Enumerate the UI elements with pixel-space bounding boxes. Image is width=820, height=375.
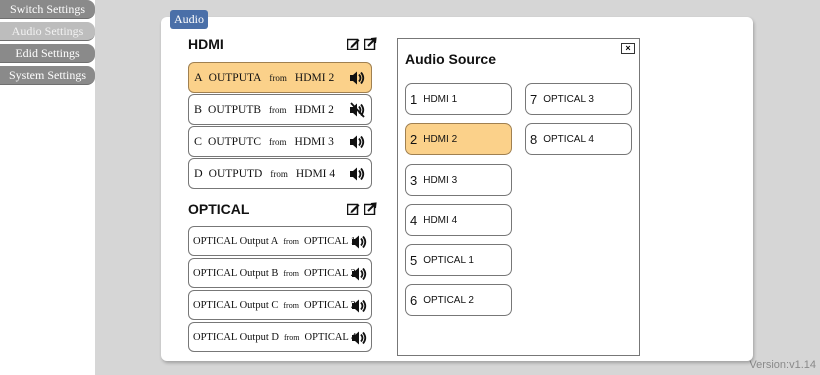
audio-source-title: Audio Source — [405, 51, 497, 67]
hdmi-output-a[interactable]: A OUTPUTA from HDMI 2 — [188, 62, 372, 93]
sidebar-item-audio-settings[interactable]: Audio Settings — [0, 22, 95, 41]
output-name: OPTICAL Output A — [193, 235, 279, 247]
source-number: 8 — [530, 131, 538, 147]
output-source: HDMI 4 — [295, 167, 336, 180]
optical-section-title: OPTICAL — [188, 201, 250, 217]
source-number: 3 — [410, 172, 418, 188]
output-source: OPTICAL 4 — [304, 331, 357, 343]
from-label: from — [269, 104, 287, 115]
output-source: HDMI 2 — [294, 103, 334, 116]
source-number: 5 — [410, 252, 418, 268]
source-button-4[interactable]: 4 HDMI 4 — [405, 204, 512, 236]
hdmi-section-title: HDMI — [188, 36, 224, 52]
output-name: OUTPUTB — [208, 103, 262, 116]
source-name: HDMI 1 — [423, 93, 458, 105]
output-source: OPTICAL 1 — [303, 235, 356, 247]
speaker-icon[interactable] — [351, 298, 367, 314]
source-number: 2 — [410, 131, 418, 147]
speaker-icon[interactable] — [351, 234, 367, 250]
export-icon[interactable] — [364, 202, 377, 215]
speaker-icon[interactable] — [351, 266, 367, 282]
output-source: OPTICAL 2 — [303, 267, 356, 279]
source-name: OPTICAL 1 — [423, 254, 474, 266]
source-button-2[interactable]: 2 HDMI 2 — [405, 123, 512, 155]
optical-output-b[interactable]: OPTICAL Output B from OPTICAL 2 — [188, 258, 372, 288]
output-name: OPTICAL Output C — [193, 299, 279, 311]
source-button-3[interactable]: 3 HDMI 3 — [405, 164, 512, 196]
sidebar-item-switch-settings[interactable]: Switch Settings — [0, 0, 95, 19]
speaker-icon[interactable] — [349, 166, 365, 182]
speaker-icon[interactable] — [349, 70, 365, 86]
close-icon[interactable]: × — [621, 43, 635, 54]
sidebar-item-edid-settings[interactable]: Edid Settings — [0, 44, 95, 63]
output-name: OUTPUTC — [208, 135, 262, 148]
optical-output-d[interactable]: OPTICAL Output D from OPTICAL 4 — [188, 322, 372, 352]
sidebar-item-system-settings[interactable]: System Settings — [0, 66, 95, 85]
source-number: 6 — [410, 292, 418, 308]
from-label: from — [283, 236, 299, 246]
source-button-8[interactable]: 8 OPTICAL 4 — [525, 123, 632, 155]
hdmi-output-b[interactable]: B OUTPUTB from HDMI 2 — [188, 94, 372, 125]
version-label: Version:v1.14 — [749, 359, 816, 371]
output-name: OPTICAL Output D — [193, 331, 279, 343]
output-letter: A — [194, 70, 203, 84]
output-letter: C — [194, 134, 203, 148]
optical-output-a[interactable]: OPTICAL Output A from OPTICAL 1 — [188, 226, 372, 256]
edit-all-icon[interactable] — [347, 37, 360, 50]
source-name: OPTICAL 2 — [423, 294, 474, 306]
output-letter: D — [194, 166, 203, 180]
source-name: OPTICAL 3 — [543, 93, 594, 105]
from-label: from — [283, 332, 300, 342]
optical-header-icons — [347, 202, 377, 215]
from-label: from — [270, 168, 288, 179]
source-name: HDMI 3 — [423, 174, 458, 186]
speaker-icon[interactable] — [349, 134, 365, 150]
edit-all-icon[interactable] — [347, 202, 360, 215]
from-label: from — [269, 136, 287, 147]
source-button-6[interactable]: 6 OPTICAL 2 — [405, 284, 512, 316]
hdmi-output-c[interactable]: C OUTPUTC from HDMI 3 — [188, 126, 372, 157]
tab-audio[interactable]: Audio — [170, 10, 208, 29]
optical-output-c[interactable]: OPTICAL Output C from OPTICAL 3 — [188, 290, 372, 320]
output-source: HDMI 2 — [294, 71, 335, 84]
source-button-5[interactable]: 5 OPTICAL 1 — [405, 244, 512, 276]
speaker-muted-icon[interactable] — [349, 102, 365, 118]
speaker-icon[interactable] — [351, 330, 367, 346]
output-source: HDMI 3 — [294, 135, 334, 148]
hdmi-header-icons — [347, 37, 377, 50]
export-icon[interactable] — [364, 37, 377, 50]
hdmi-output-d[interactable]: D OUTPUTD from HDMI 4 — [188, 158, 372, 189]
source-number: 1 — [410, 91, 418, 107]
from-label: from — [283, 268, 299, 278]
source-button-7[interactable]: 7 OPTICAL 3 — [525, 83, 632, 115]
output-source: OPTICAL 3 — [303, 299, 356, 311]
output-letter: B — [194, 102, 203, 116]
output-name: OUTPUTA — [208, 71, 262, 84]
sidebar: Switch Settings Audio Settings Edid Sett… — [0, 0, 95, 375]
source-name: OPTICAL 4 — [543, 133, 594, 145]
source-name: HDMI 2 — [423, 133, 458, 145]
source-number: 7 — [530, 91, 538, 107]
output-name: OPTICAL Output B — [193, 267, 279, 279]
output-name: OUTPUTD — [208, 167, 263, 180]
source-name: HDMI 4 — [423, 214, 458, 226]
source-number: 4 — [410, 212, 418, 228]
source-button-1[interactable]: 1 HDMI 1 — [405, 83, 512, 115]
from-label: from — [269, 72, 287, 83]
from-label: from — [283, 300, 299, 310]
